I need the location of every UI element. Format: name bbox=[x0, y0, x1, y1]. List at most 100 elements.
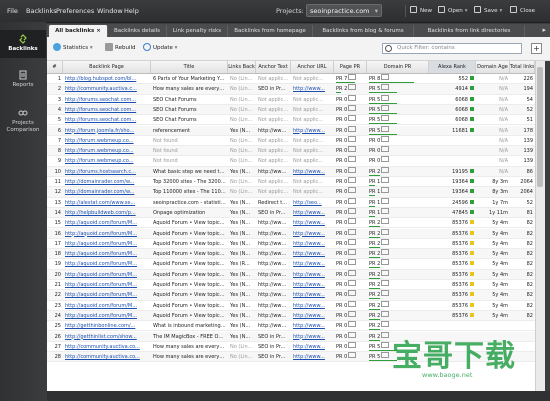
backlink-page-cell[interactable]: http://getthinlist.com/show... bbox=[63, 332, 151, 342]
anchor-url-cell[interactable]: Not applic... bbox=[291, 105, 334, 115]
tab-backlinks-from-homepage[interactable]: Backlinks from homepage bbox=[228, 25, 313, 37]
backlink-page-cell[interactable]: http://forum.webmeup.co... bbox=[63, 156, 151, 166]
anchor-url-cell[interactable]: Not applic... bbox=[291, 95, 334, 105]
backlink-page-cell[interactable]: http://domainrader.com/w... bbox=[63, 177, 151, 187]
close-button[interactable]: Close bbox=[510, 4, 535, 18]
anchor-url-cell[interactable]: Not applic... bbox=[291, 177, 334, 187]
tab-link-penalty-risks[interactable]: Link penalty risks bbox=[167, 25, 228, 37]
tab-all-backlinks[interactable]: All backlinks × bbox=[49, 25, 108, 37]
table-row[interactable]: 24 http://aquoid.com/forum/M... Aquoid For… bbox=[47, 310, 535, 322]
backlink-page-cell[interactable]: http://domainrader.com/w... bbox=[63, 187, 151, 197]
anchor-url-cell[interactable]: http://www... bbox=[291, 301, 334, 311]
backlink-page-cell[interactable]: http://aquoid.com/forum/M... bbox=[63, 239, 151, 249]
col-alexa-rank-header[interactable]: Alexa Rank bbox=[429, 61, 476, 73]
sidebar-item-reports[interactable]: Reports bbox=[0, 70, 46, 89]
anchor-url-cell[interactable]: Not applic... bbox=[291, 146, 334, 156]
table-row[interactable]: 17 http://aquoid.com/forum/M... Aquoid For… bbox=[47, 238, 535, 250]
anchor-url-cell[interactable]: http://www... bbox=[291, 321, 334, 331]
anchor-url-cell[interactable]: http://www... bbox=[291, 311, 334, 321]
table-row[interactable]: 23 http://aquoid.com/forum/M... Aquoid For… bbox=[47, 300, 535, 311]
save-button[interactable]: Save ▾ bbox=[474, 4, 502, 18]
scrollbar-thumb[interactable] bbox=[537, 67, 543, 187]
col-total-links-header[interactable]: Total links bbox=[510, 61, 535, 73]
table-row[interactable]: 3 http://forums.seochat.com... SEO Chat Fo… bbox=[47, 94, 535, 105]
table-row[interactable]: 22 http://aquoid.com/forum/M... Aquoid For… bbox=[47, 290, 535, 301]
anchor-url-cell[interactable]: http://www... bbox=[291, 229, 334, 239]
col-backlink-page-header[interactable]: Backlink Page bbox=[63, 61, 151, 73]
menu-backlinks[interactable]: Backlinks bbox=[26, 7, 57, 15]
menu-preferences[interactable]: Preferences bbox=[56, 7, 94, 15]
table-row[interactable]: 13 http://alestat.com/www.se... seoinpract… bbox=[47, 197, 535, 208]
table-row[interactable]: 20 http://aquoid.com/forum/M... Aquoid For… bbox=[47, 269, 535, 280]
col-page-pr-header[interactable]: Page PR bbox=[334, 61, 367, 73]
anchor-url-cell[interactable]: Not applic... bbox=[291, 187, 334, 197]
quick-filter-input[interactable]: Quick Filter: contains bbox=[382, 43, 522, 54]
sidebar-item-backlinks[interactable]: Backlinks bbox=[0, 30, 46, 58]
backlink-page-cell[interactable]: http://forum.webmeup.co... bbox=[63, 136, 151, 146]
table-row[interactable]: 11 http://domainrader.com/w... Top 32000 s… bbox=[47, 177, 535, 188]
col-title-header[interactable]: Title bbox=[151, 61, 228, 73]
backlink-page-cell[interactable]: http://forum.joomla.fr/sho... bbox=[63, 126, 151, 136]
anchor-url-cell[interactable]: http://www... bbox=[291, 342, 334, 352]
project-select[interactable]: seoinpractice.com ▾ bbox=[306, 4, 382, 17]
col-domain-pr-header[interactable]: Domain PR bbox=[367, 61, 429, 73]
anchor-url-cell[interactable]: Not applic... bbox=[291, 115, 334, 125]
new-button[interactable]: New bbox=[410, 4, 432, 18]
table-row[interactable]: 1 http://blog.hubspot.com/bl... 6 Parts of… bbox=[47, 74, 535, 85]
tab-backlinks-from-link-directories[interactable]: Backlinks from link directories bbox=[414, 25, 525, 37]
table-row[interactable]: 21 http://aquoid.com/forum/M... Aquoid For… bbox=[47, 280, 535, 291]
menu-help[interactable]: Help bbox=[124, 7, 139, 15]
col-links-back-header[interactable]: Links Back bbox=[228, 61, 256, 73]
col-anchor-url-header[interactable]: Anchor URL bbox=[291, 61, 334, 73]
tabs-menu-icon[interactable]: ▸ bbox=[542, 26, 546, 34]
backlink-page-cell[interactable]: http://aquoid.com/forum/M... bbox=[63, 280, 151, 290]
backlink-page-cell[interactable]: http://aquoid.com/forum/M... bbox=[63, 218, 151, 228]
table-row[interactable]: 16 http://aquoid.com/forum/M... Aquoid For… bbox=[47, 228, 535, 239]
col-domain-age-header[interactable]: Domain Age bbox=[476, 61, 510, 73]
tab-backlinks-details[interactable]: Backlinks details bbox=[108, 25, 167, 37]
table-row[interactable]: 18 http://aquoid.com/forum/M... Aquoid For… bbox=[47, 249, 535, 260]
backlink-page-cell[interactable]: http://helpbuildweb.com/p... bbox=[63, 208, 151, 218]
close-icon[interactable]: × bbox=[96, 28, 101, 34]
backlink-page-cell[interactable]: http://forums.seochat.com... bbox=[63, 105, 151, 115]
anchor-url-cell[interactable]: http://www... bbox=[291, 84, 334, 94]
anchor-url-cell[interactable]: Not applic... bbox=[291, 156, 334, 166]
anchor-url-cell[interactable]: http://www... bbox=[291, 208, 334, 218]
anchor-url-cell[interactable]: http://www... bbox=[291, 259, 334, 269]
anchor-url-cell[interactable]: http://www... bbox=[291, 239, 334, 249]
anchor-url-cell[interactable]: http://www... bbox=[291, 167, 334, 177]
table-row[interactable]: 2 http://community.auctiva.c... How many s… bbox=[47, 84, 535, 95]
backlink-page-cell[interactable]: http://community.auctiva.co... bbox=[63, 342, 151, 352]
anchor-url-cell[interactable]: http://www... bbox=[291, 290, 334, 300]
table-row[interactable]: 19 http://aquoid.com/forum/M... Aquoid For… bbox=[47, 259, 535, 270]
backlink-page-cell[interactable]: http://blog.hubspot.com/bl... bbox=[63, 74, 151, 84]
table-row[interactable]: 4 http://forums.seochat.com... SEO Chat Fo… bbox=[47, 104, 535, 116]
tab-backlinks-from-blog-forums[interactable]: Backlinks from blog & forums bbox=[313, 25, 414, 37]
menu-file[interactable]: File bbox=[7, 7, 18, 15]
backlink-page-cell[interactable]: http://getthinbonline.com/... bbox=[63, 321, 151, 331]
update-button[interactable]: Update ▾ bbox=[143, 43, 177, 54]
table-row[interactable]: 8 http://forum.webmeup.co... Not found No (… bbox=[47, 146, 535, 157]
sidebar-item-projects-comparison[interactable]: Projects Comparison bbox=[0, 108, 46, 134]
table-row[interactable]: 6 http://forum.joomla.fr/sho... referencem… bbox=[47, 125, 535, 136]
table-row[interactable]: 7 http://forum.webmeup.co... Not found No (… bbox=[47, 135, 535, 147]
backlink-page-cell[interactable]: http://aquoid.com/forum/M... bbox=[63, 259, 151, 269]
table-row[interactable]: 14 http://helpbuildweb.com/p... Onpage opt… bbox=[47, 207, 535, 219]
open-button[interactable]: Open ▾ bbox=[438, 4, 467, 18]
statistics-button[interactable]: Statistics ▾ bbox=[53, 43, 93, 54]
anchor-url-cell[interactable]: http://www... bbox=[291, 270, 334, 280]
add-column-button[interactable]: + bbox=[531, 43, 542, 54]
anchor-url-cell[interactable]: http://www... bbox=[291, 126, 334, 136]
backlink-page-cell[interactable]: http://forums.seochat.com... bbox=[63, 115, 151, 125]
col-anchor-text-header[interactable]: Anchor Text bbox=[256, 61, 291, 73]
backlink-page-cell[interactable]: http://aquoid.com/forum/M... bbox=[63, 270, 151, 280]
anchor-url-cell[interactable]: http://www... bbox=[291, 249, 334, 259]
table-row[interactable]: 12 http://domainrader.com/w... Top 110000 … bbox=[47, 187, 535, 198]
backlink-page-cell[interactable]: http://aquoid.com/forum/M... bbox=[63, 311, 151, 321]
backlink-page-cell[interactable]: http://forums.hostsearch.c... bbox=[63, 167, 151, 177]
backlink-page-cell[interactable]: http://aquoid.com/forum/M... bbox=[63, 301, 151, 311]
backlink-page-cell[interactable]: http://aquoid.com/forum/M... bbox=[63, 229, 151, 239]
menu-window[interactable]: Window bbox=[97, 7, 123, 15]
table-row[interactable]: 5 http://forums.seochat.com... SEO Chat Fo… bbox=[47, 115, 535, 126]
anchor-url-cell[interactable]: Not applic... bbox=[291, 74, 334, 84]
